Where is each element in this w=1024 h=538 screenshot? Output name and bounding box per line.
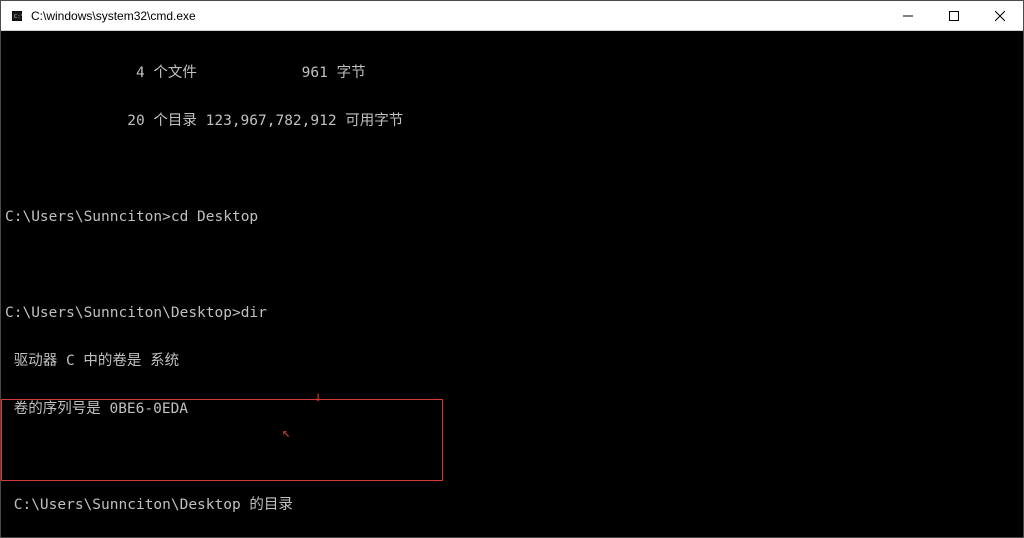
terminal-line: C:\Users\Sunnciton\Desktop 的目录 [5, 497, 1019, 513]
terminal-line: 4 个文件 961 字节 [5, 65, 1019, 81]
maximize-button[interactable] [931, 1, 977, 31]
terminal-line: 卷的序列号是 0BE6-0EDA [5, 401, 1019, 417]
terminal-line [5, 449, 1019, 465]
cmd-icon: C:\ [9, 8, 25, 24]
window-title: C:\windows\system32\cmd.exe [31, 9, 196, 23]
terminal-line: 20 个目录 123,967,782,912 可用字节 [5, 113, 1019, 129]
terminal-line: 驱动器 C 中的卷是 系统 [5, 353, 1019, 369]
annotation-arrow-upleft-icon: ↖ [282, 425, 290, 441]
terminal[interactable]: 4 个文件 961 字节 20 个目录 123,967,782,912 可用字节… [1, 31, 1023, 537]
titlebar[interactable]: C:\ C:\windows\system32\cmd.exe [1, 1, 1023, 31]
close-button[interactable] [977, 1, 1023, 31]
terminal-line: C:\Users\Sunnciton>cd Desktop [5, 209, 1019, 225]
cmd-window: C:\ C:\windows\system32\cmd.exe 4 个文件 96… [0, 0, 1024, 538]
terminal-line: C:\Users\Sunnciton\Desktop>dir [5, 305, 1019, 321]
terminal-line [5, 161, 1019, 177]
minimize-button[interactable] [885, 1, 931, 31]
svg-text:C:\: C:\ [14, 13, 22, 19]
terminal-line [5, 257, 1019, 273]
